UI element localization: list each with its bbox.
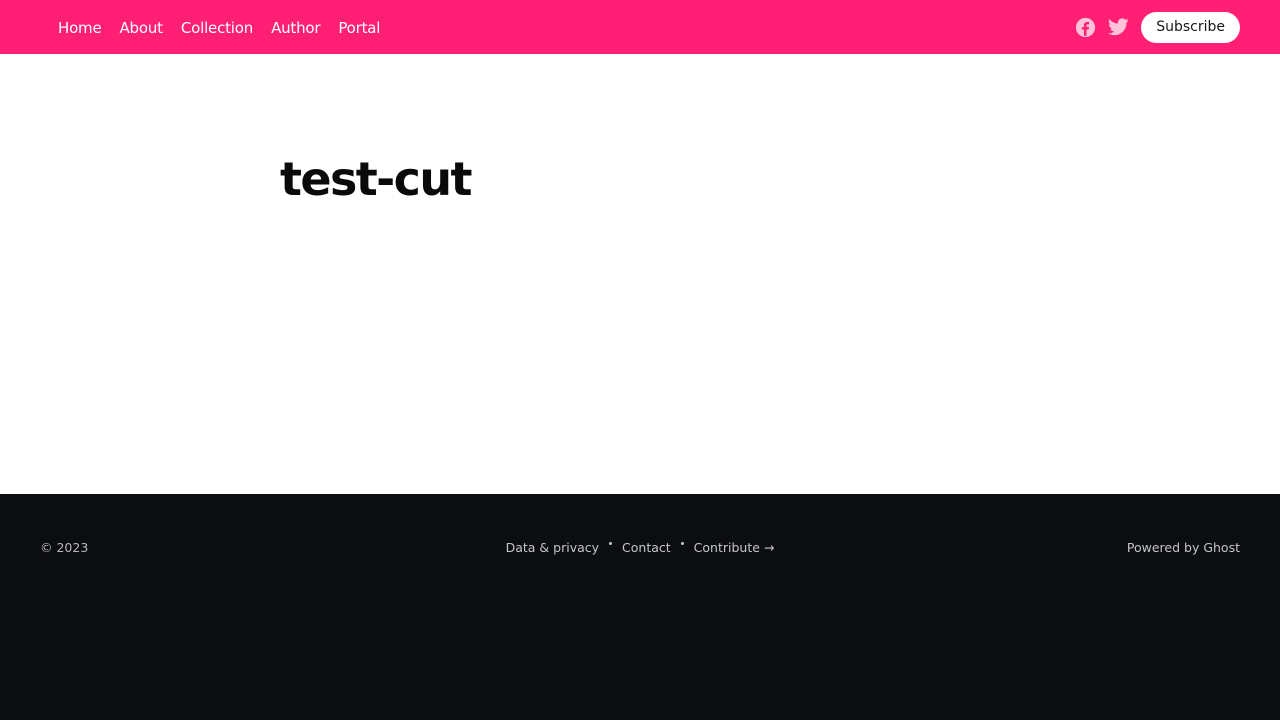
nav-item-home: Home — [58, 18, 102, 37]
nav-link-collection[interactable]: Collection — [181, 19, 253, 37]
powered-by-link[interactable]: Powered by Ghost — [1127, 540, 1240, 555]
site-header: Home About Collection Author Portal Subs… — [0, 0, 1280, 54]
footer-link-contact[interactable]: Contact — [622, 540, 671, 555]
footer-separator — [609, 542, 613, 545]
page-title: test-cut — [280, 152, 472, 206]
nav-link-home[interactable]: Home — [58, 19, 102, 37]
subscribe-button[interactable]: Subscribe — [1141, 11, 1240, 43]
footer-link-contribute[interactable]: Contribute → — [694, 540, 775, 555]
nav-item-portal: Portal — [338, 18, 380, 37]
footer-nav: Data & privacy Contact Contribute → — [0, 540, 1280, 555]
nav-item-collection: Collection — [181, 18, 253, 37]
twitter-icon[interactable] — [1108, 17, 1129, 38]
footer-separator — [680, 542, 684, 545]
nav-link-about[interactable]: About — [120, 19, 164, 37]
nav-item-author: Author — [271, 18, 321, 37]
main-content: test-cut — [0, 54, 1280, 494]
primary-nav: Home About Collection Author Portal — [58, 18, 380, 37]
social-links — [1075, 17, 1129, 38]
header-actions: Subscribe — [1075, 11, 1240, 43]
facebook-icon[interactable] — [1075, 17, 1096, 38]
footer-link-data-privacy[interactable]: Data & privacy — [506, 540, 599, 555]
nav-list: Home About Collection Author Portal — [58, 18, 380, 37]
nav-item-about: About — [120, 18, 164, 37]
nav-link-portal[interactable]: Portal — [338, 19, 380, 37]
nav-link-author[interactable]: Author — [271, 19, 321, 37]
site-footer: © 2023 Data & privacy Contact Contribute… — [0, 494, 1280, 720]
